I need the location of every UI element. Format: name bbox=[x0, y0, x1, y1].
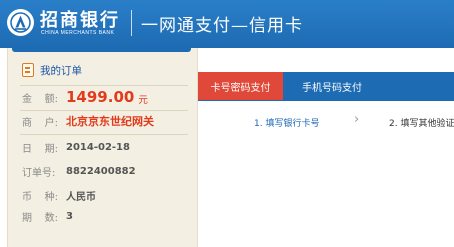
order-number-row: 订单号: 8822400882 bbox=[22, 161, 136, 181]
step-other-verification: 2. 填写其他验证 bbox=[389, 119, 454, 129]
amount-value: 1499.00 bbox=[66, 88, 135, 106]
tab-mobile-number-payment[interactable]: 手机号码支付 bbox=[290, 72, 374, 100]
currency-value: 人民币 bbox=[66, 191, 96, 203]
date-label: 日期: bbox=[22, 143, 58, 155]
tab-card-password-payment[interactable]: 卡号密码支付 bbox=[198, 72, 283, 100]
divider bbox=[20, 134, 188, 135]
merchant-label: 商户: bbox=[22, 117, 58, 129]
bank-name-english: CHINA MERCHANTS BANK bbox=[41, 30, 115, 36]
order-summary-panel: 我的订单 金额: 1499.00 元 商户: 北京京东世纪网关 日期: 2014… bbox=[7, 48, 198, 247]
chevron-right-icon: › bbox=[354, 112, 360, 127]
installments-value: 3 bbox=[66, 210, 73, 222]
merchant-row: 商户: 北京京东世纪网关 bbox=[22, 111, 154, 131]
header-divider bbox=[131, 10, 132, 36]
currency-row: 币种: 人民币 bbox=[22, 185, 96, 205]
order-number-label: 订单号: bbox=[22, 167, 56, 179]
date-value: 2014-02-18 bbox=[66, 141, 130, 153]
payment-method-tabs: 卡号密码支付 手机号码支付 bbox=[198, 72, 454, 100]
amount-unit: 元 bbox=[138, 94, 148, 106]
panel-top-bar bbox=[12, 48, 191, 52]
step-enter-card-number: 1. 填写银行卡号 bbox=[254, 119, 320, 129]
installments-row: 期数: 3 bbox=[22, 206, 73, 226]
bank-header: 招商银行 CHINA MERCHANTS BANK 一网通支付—信用卡 bbox=[0, 0, 454, 48]
order-title: 我的订单 bbox=[40, 64, 82, 77]
order-number-value: 8822400882 bbox=[66, 165, 136, 177]
amount-label: 金额: bbox=[22, 93, 58, 105]
amount-row: 金额: 1499.00 元 bbox=[22, 87, 148, 107]
order-document-icon bbox=[22, 63, 34, 77]
order-panel-title: 我的订单 bbox=[22, 61, 82, 79]
currency-label: 币种: bbox=[22, 191, 58, 203]
payment-steps: 1. 填写银行卡号 › 2. 填写其他验证 bbox=[198, 101, 454, 141]
bank-logo-icon bbox=[7, 9, 34, 36]
bank-name: 招商银行 bbox=[40, 10, 120, 31]
installments-label: 期数: bbox=[22, 212, 58, 224]
payment-service-title: 一网通支付—信用卡 bbox=[141, 16, 303, 36]
date-row: 日期: 2014-02-18 bbox=[22, 137, 130, 157]
merchant-value: 北京京东世纪网关 bbox=[66, 115, 154, 128]
divider bbox=[20, 85, 188, 86]
